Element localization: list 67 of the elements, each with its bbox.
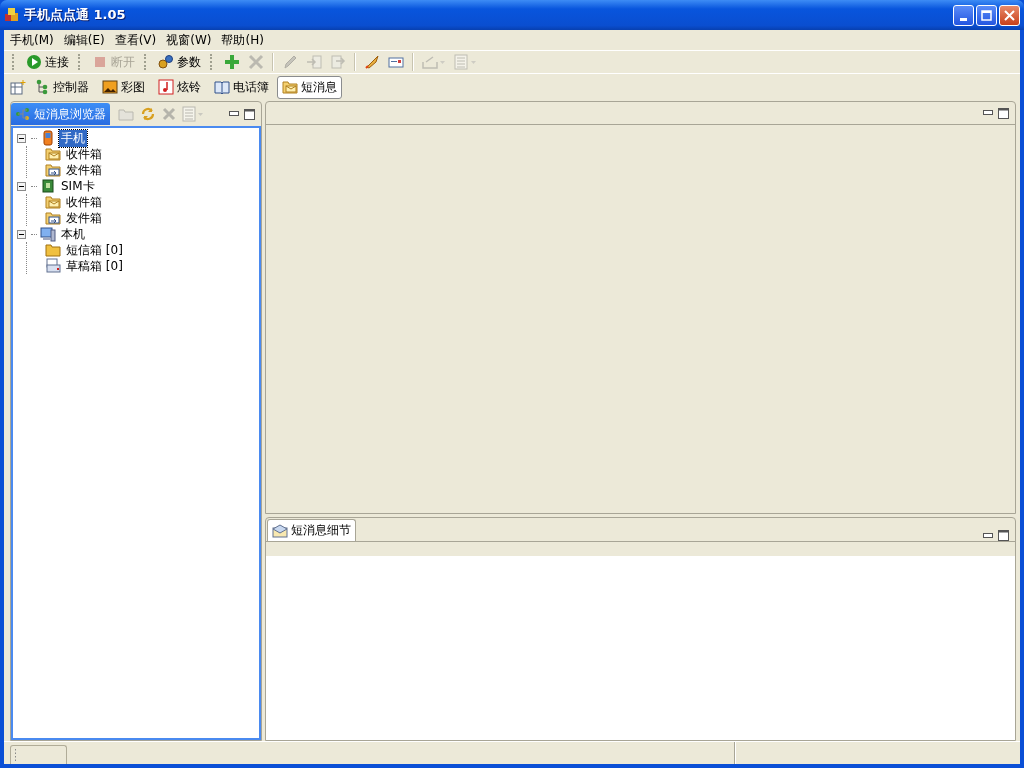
new-window-icon[interactable]	[10, 79, 26, 95]
maximize-icon[interactable]	[244, 108, 255, 120]
network-icon	[15, 107, 31, 121]
tree-item[interactable]: 发件箱	[64, 161, 104, 179]
play-icon	[26, 54, 42, 70]
perspective-button[interactable]: 控制器	[29, 75, 94, 99]
outbox-folder-icon	[45, 162, 61, 178]
view-tab[interactable]: 短消息细节	[267, 519, 356, 541]
envelope-icon	[272, 523, 288, 538]
tree-item[interactable]: 发件箱	[64, 209, 104, 227]
toolbar-button[interactable]: 参数	[155, 52, 204, 72]
maximize-icon[interactable]	[998, 530, 1009, 541]
menu-item[interactable]: 手机(M)	[6, 31, 60, 49]
folder-icon	[45, 242, 61, 258]
close-icon	[1004, 9, 1015, 21]
maximize-icon	[981, 9, 992, 21]
picture-icon	[102, 79, 118, 95]
outbox-folder-icon	[45, 210, 61, 226]
cross-icon	[248, 54, 264, 70]
plus-icon	[224, 54, 240, 70]
minimize-icon[interactable]	[983, 110, 993, 116]
import-icon	[306, 54, 322, 70]
music-note-icon	[158, 79, 174, 95]
menu-item[interactable]: 视窗(W)	[162, 31, 218, 49]
perspective-button[interactable]: 彩图	[97, 75, 150, 99]
sim-card-icon	[40, 178, 56, 194]
mail-folder-icon	[45, 194, 61, 210]
maximize-button[interactable]	[976, 4, 997, 26]
collapse-toggle[interactable]	[17, 133, 26, 143]
menu-item[interactable]: 编辑(E)	[59, 31, 111, 49]
close-button[interactable]	[999, 4, 1020, 26]
pencil-icon	[282, 54, 298, 70]
window-title: 手机点点通 1.05	[24, 6, 127, 24]
minimize-icon[interactable]	[229, 111, 239, 117]
phone-icon	[40, 130, 56, 146]
tree-item[interactable]: 收件箱	[64, 145, 104, 163]
tree-item[interactable]: SIM卡	[59, 177, 97, 195]
export-icon	[330, 54, 346, 70]
perspective-button[interactable]: 短消息	[277, 75, 342, 99]
collapse-toggle[interactable]	[17, 181, 26, 191]
tree-item[interactable]: 手机	[59, 129, 87, 147]
tree-item[interactable]: 短信箱 [0]	[64, 241, 125, 259]
tree-item[interactable]: 收件箱	[64, 193, 104, 211]
minimize-icon	[960, 17, 967, 21]
view-tab[interactable]: 短消息浏览器	[11, 103, 110, 125]
minimize-button[interactable]	[953, 4, 974, 26]
maximize-icon[interactable]	[998, 107, 1009, 119]
tree-icon	[34, 79, 50, 95]
menu-item[interactable]: 查看(V)	[110, 31, 163, 49]
grip-icon	[14, 749, 17, 761]
book-icon	[214, 79, 230, 95]
perspective-button[interactable]: 炫铃	[153, 75, 206, 99]
card-icon	[388, 54, 404, 70]
tree-item[interactable]: 草稿箱 [0]	[64, 257, 125, 275]
menu-item[interactable]: 帮助(H)	[217, 31, 270, 49]
mail-folder-icon	[45, 146, 61, 162]
envelope-folder-icon	[282, 79, 298, 95]
collapse-toggle[interactable]	[17, 229, 26, 239]
minimize-icon[interactable]	[983, 532, 993, 539]
cubes-icon	[4, 7, 20, 23]
draft-document-icon	[45, 258, 61, 274]
toolbar-button[interactable]: 连接	[23, 52, 72, 72]
stop-icon	[92, 54, 108, 70]
tree-item[interactable]: 本机	[59, 225, 87, 243]
computer-icon	[40, 226, 56, 242]
list-icon	[453, 54, 469, 70]
perspective-button[interactable]: 电话簿	[209, 75, 274, 99]
